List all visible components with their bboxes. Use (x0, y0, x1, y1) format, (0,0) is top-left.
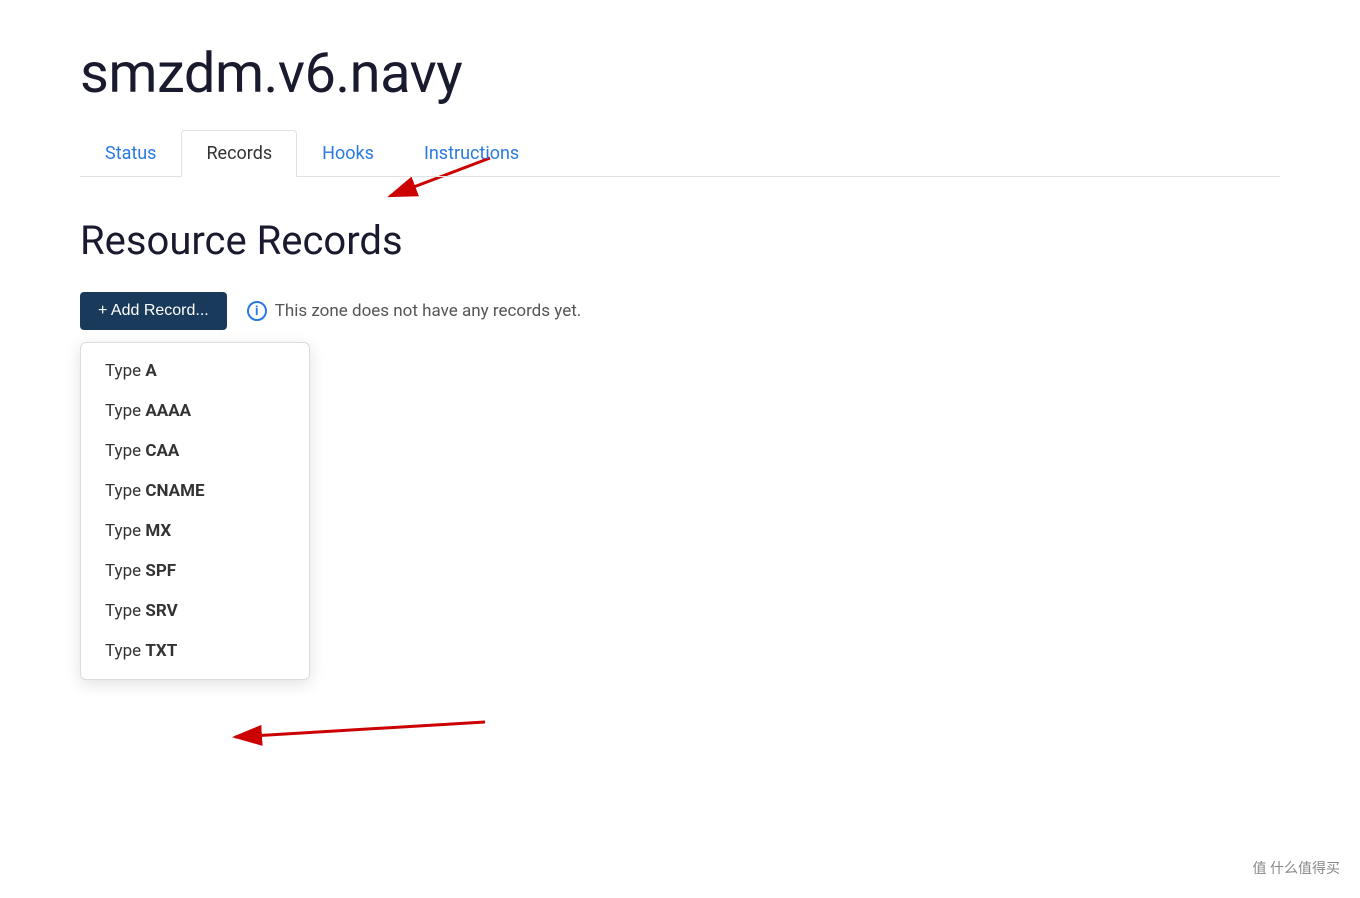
tab-instructions[interactable]: Instructions (399, 130, 544, 177)
tab-hooks[interactable]: Hooks (297, 130, 399, 177)
toolbar: + Add Record... Type A Type AAAA Type CA… (80, 292, 1280, 330)
dropdown-item-txt[interactable]: Type TXT (81, 631, 309, 671)
dropdown-item-cname[interactable]: Type CNAME (81, 471, 309, 511)
info-text: This zone does not have any records yet. (275, 301, 582, 321)
add-record-label: + Add Record... (98, 302, 209, 320)
tab-status[interactable]: Status (80, 130, 181, 177)
info-icon: i (247, 301, 267, 321)
add-record-button[interactable]: + Add Record... (80, 292, 227, 330)
arrow-txt-annotation (225, 702, 505, 752)
dropdown-item-a[interactable]: Type A (81, 351, 309, 391)
dropdown-menu: Type A Type AAAA Type CAA Type CNAME Typ… (80, 342, 310, 680)
watermark: 值 什么值得买 (1253, 858, 1340, 878)
info-message: i This zone does not have any records ye… (247, 301, 582, 321)
section-title: Resource Records (80, 217, 1280, 264)
dropdown-item-spf[interactable]: Type SPF (81, 551, 309, 591)
tabs-container: Status Records Hooks Instructions (80, 130, 1280, 177)
domain-title: smzdm.v6.navy (80, 40, 1280, 106)
dropdown-item-caa[interactable]: Type CAA (81, 431, 309, 471)
dropdown-item-aaaa[interactable]: Type AAAA (81, 391, 309, 431)
dropdown-item-srv[interactable]: Type SRV (81, 591, 309, 631)
tab-records[interactable]: Records (181, 130, 297, 177)
dropdown-item-mx[interactable]: Type MX (81, 511, 309, 551)
